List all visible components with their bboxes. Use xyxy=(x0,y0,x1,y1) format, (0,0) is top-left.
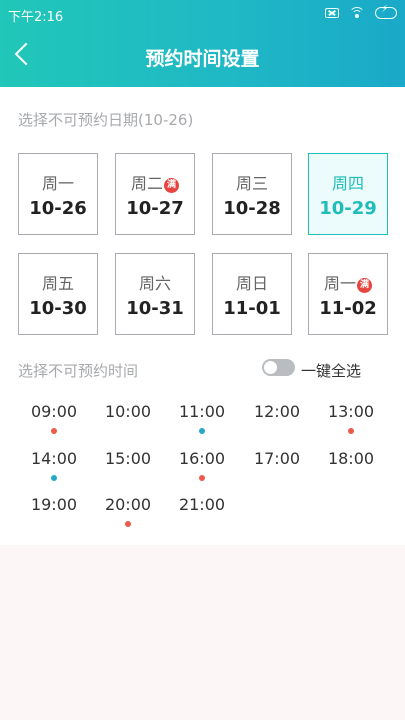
day-weekday-text: 周日 xyxy=(235,274,268,293)
select-all-toggle[interactable] xyxy=(262,359,295,376)
day-card[interactable]: 周日 11-01 xyxy=(212,253,292,335)
status-icons xyxy=(325,4,397,19)
time-slot[interactable]: 11:00 xyxy=(165,402,239,442)
day-date: 10-28 xyxy=(223,198,281,219)
status-time: 下午2:16 xyxy=(8,10,64,25)
day-card[interactable]: 周一满 11-02 xyxy=(308,253,388,335)
booked-dot-indicator xyxy=(51,428,57,434)
time-slot-label: 16:00 xyxy=(178,449,226,468)
day-card[interactable]: 周五 10-30 xyxy=(18,253,98,335)
time-slot-label: 14:00 xyxy=(30,449,78,468)
booked-dot-indicator xyxy=(199,475,205,481)
time-slot-label: 17:00 xyxy=(253,449,301,468)
day-weekday-text: 周一 xyxy=(41,174,74,193)
day-weekday: 周五 xyxy=(19,270,97,294)
day-card[interactable]: 周一 10-26 xyxy=(18,153,98,235)
time-slot[interactable]: 10:00 xyxy=(91,402,165,442)
select-all-label[interactable]: 一键全选 xyxy=(301,360,361,381)
day-date: 10-27 xyxy=(126,198,184,219)
marked-dot-indicator xyxy=(199,428,205,434)
booked-dot-indicator xyxy=(125,521,131,527)
time-section-label: 选择不可预约时间 xyxy=(18,362,139,380)
time-slot[interactable]: 21:00 xyxy=(165,495,239,535)
time-slot[interactable]: 09:00 xyxy=(17,402,91,442)
time-slot[interactable]: 13:00 xyxy=(314,402,388,442)
header-bar: 下午2:16 预约时间设置 xyxy=(0,0,405,87)
full-badge: 满 xyxy=(164,178,179,193)
day-weekday: 周三 xyxy=(213,170,291,194)
full-badge: 满 xyxy=(357,278,372,293)
day-weekday: 周一 xyxy=(19,170,97,194)
day-date: 11-02 xyxy=(319,298,377,319)
time-slot[interactable]: 18:00 xyxy=(314,449,388,489)
day-weekday-text: 周六 xyxy=(138,274,171,293)
day-card[interactable]: 周二满 10-27 xyxy=(115,153,195,235)
day-date: 10-31 xyxy=(126,298,184,319)
day-date: 10-30 xyxy=(29,298,87,319)
time-slot-label: 21:00 xyxy=(178,495,226,514)
day-card[interactable]: 周四 10-29 xyxy=(308,153,388,235)
day-date: 10-29 xyxy=(319,198,377,219)
booked-dot-indicator xyxy=(348,428,354,434)
time-slot-label: 19:00 xyxy=(30,495,78,514)
time-slot-label: 20:00 xyxy=(104,495,152,514)
time-slot-label: 12:00 xyxy=(253,402,301,421)
day-weekday-text: 周三 xyxy=(235,174,268,193)
time-slot-label: 10:00 xyxy=(104,402,152,421)
time-slot[interactable]: 15:00 xyxy=(91,449,165,489)
day-card[interactable]: 周六 10-31 xyxy=(115,253,195,335)
day-weekday-text: 周四 xyxy=(331,174,364,193)
date-section-label: 选择不可预约日期(10-26) xyxy=(18,111,194,129)
marked-dot-indicator xyxy=(51,475,57,481)
time-slot[interactable]: 20:00 xyxy=(91,495,165,535)
day-weekday-text: 周五 xyxy=(41,274,74,293)
day-weekday: 周六 xyxy=(116,270,194,294)
day-weekday-text: 周二 xyxy=(130,174,163,193)
time-slot[interactable]: 12:00 xyxy=(240,402,314,442)
time-slot[interactable]: 16:00 xyxy=(165,449,239,489)
status-bar: 下午2:16 xyxy=(0,0,405,28)
time-slot-label: 09:00 xyxy=(30,402,78,421)
day-weekday: 周四 xyxy=(309,170,387,194)
time-slot-label: 13:00 xyxy=(327,402,375,421)
day-date: 10-26 xyxy=(29,198,87,219)
day-date: 11-01 xyxy=(223,298,281,319)
time-slot-label: 11:00 xyxy=(178,402,226,421)
time-slot[interactable]: 14:00 xyxy=(17,449,91,489)
time-slot[interactable]: 17:00 xyxy=(240,449,314,489)
day-weekday: 周一满 xyxy=(309,270,387,294)
day-weekday: 周日 xyxy=(213,270,291,294)
battery-charging-icon xyxy=(375,4,397,19)
toggle-knob xyxy=(264,361,277,374)
wifi-icon xyxy=(349,7,365,19)
page-title: 预约时间设置 xyxy=(145,48,260,70)
no-sim-icon xyxy=(325,8,339,18)
day-weekday-text: 周一 xyxy=(323,274,356,293)
time-slot[interactable]: 19:00 xyxy=(17,495,91,535)
time-slot-label: 15:00 xyxy=(104,449,152,468)
day-weekday: 周二满 xyxy=(116,170,194,194)
time-slot-label: 18:00 xyxy=(327,449,375,468)
day-card[interactable]: 周三 10-28 xyxy=(212,153,292,235)
